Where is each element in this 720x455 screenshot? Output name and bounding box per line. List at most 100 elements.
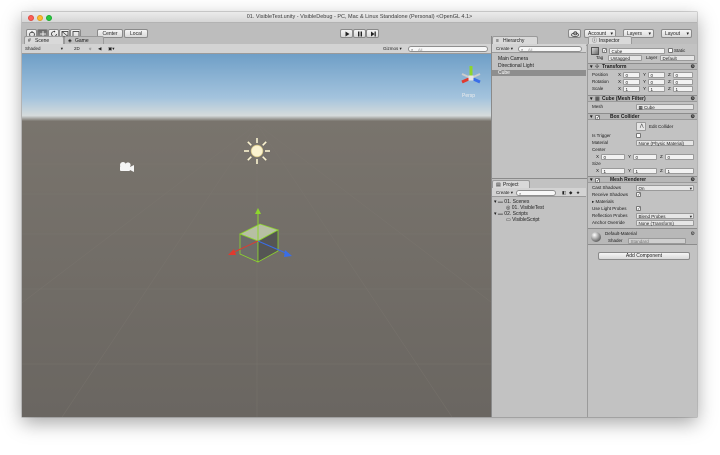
center-x-field[interactable]: 0 xyxy=(601,153,625,160)
scale-x-field[interactable]: 1 xyxy=(623,85,640,92)
hierarchy-item-cube[interactable]: Cube xyxy=(492,70,586,76)
scene-viewport[interactable]: Persp xyxy=(22,54,491,417)
mesh-renderer-header[interactable]: ▾ ✓ Mesh Renderer ⚙ xyxy=(588,176,697,183)
size-x-field[interactable]: 1 xyxy=(601,167,625,174)
hierarchy-item-directional-light[interactable]: Directional Light xyxy=(492,63,586,69)
transform-header[interactable]: ▾ ✣ Transform ⚙ xyxy=(588,63,697,70)
filter-by-label-button[interactable]: ◆ xyxy=(569,190,575,196)
center-z-field[interactable]: 0 xyxy=(665,153,694,160)
size-z-field[interactable]: 1 xyxy=(665,167,694,174)
project-search-input[interactable]: ⌕ xyxy=(516,189,556,196)
pause-button[interactable] xyxy=(353,29,366,38)
project-item-script[interactable]: ▭ VisibleScript xyxy=(506,217,584,223)
panel-divider[interactable] xyxy=(491,36,492,417)
collider-material-field[interactable]: None (Physic Material) xyxy=(636,139,694,146)
scene-orientation-gizmo[interactable]: Persp xyxy=(455,62,487,99)
layout-dropdown[interactable]: Layout ▾ xyxy=(661,29,692,38)
audio-toggle[interactable]: ◀ xyxy=(98,46,106,52)
search-icon: ⌕ xyxy=(521,46,524,52)
tag-icon: ◆ xyxy=(569,189,573,195)
tab-inspector[interactable]: ⓘ Inspector xyxy=(588,36,632,44)
effects-dropdown[interactable]: ▣▾ xyxy=(108,46,122,52)
shader-label: Shader xyxy=(608,238,623,243)
reflection-probes-label: Reflection Probes xyxy=(592,213,628,218)
speaker-icon: ◀ xyxy=(98,46,102,51)
scene-search-input[interactable]: ⌕ All xyxy=(408,46,488,52)
mesh-filter-icon: ▦ xyxy=(595,96,600,102)
panel-divider[interactable] xyxy=(492,178,587,179)
settings-gear-icon[interactable]: ⚙ xyxy=(691,96,695,103)
add-component-button[interactable]: Add Component xyxy=(598,252,690,260)
materials-label[interactable]: ▸ Materials xyxy=(592,199,614,205)
reflection-probes-dropdown[interactable]: Blend Probes ▾ xyxy=(636,212,694,219)
step-button[interactable] xyxy=(366,29,379,38)
rotation-x-field[interactable]: 0 xyxy=(623,78,640,85)
position-z-field[interactable]: 0 xyxy=(673,71,693,78)
expand-arrow-icon: ▾ xyxy=(590,114,593,120)
object-active-checkbox[interactable]: ✓ xyxy=(602,48,607,53)
cast-shadows-label: Cast Shadows xyxy=(592,185,622,190)
lighting-toggle[interactable]: ☼ xyxy=(88,46,96,52)
settings-gear-icon[interactable]: ⚙ xyxy=(691,114,695,121)
cast-shadows-dropdown[interactable]: On ▾ xyxy=(636,184,694,191)
tab-project[interactable]: ▤ Project xyxy=(492,180,530,188)
selected-cube[interactable] xyxy=(222,204,302,284)
rotation-y-field[interactable]: 0 xyxy=(648,78,665,85)
space-toggle[interactable]: Local xyxy=(124,29,148,38)
box-collider-header[interactable]: ▾ ✓ Box Collider ⚙ xyxy=(588,113,697,120)
play-button[interactable] xyxy=(340,29,353,38)
settings-gear-icon[interactable]: ⚙ xyxy=(691,177,695,184)
scale-y-field[interactable]: 1 xyxy=(648,85,665,92)
position-x-field[interactable]: 0 xyxy=(623,71,640,78)
shader-dropdown[interactable]: Standard xyxy=(628,237,686,244)
hierarchy-search-input[interactable]: ⌕ All xyxy=(518,45,582,52)
mesh-renderer-enabled-checkbox[interactable]: ✓ xyxy=(595,177,600,183)
edit-collider-button[interactable]: ⋀ xyxy=(636,122,646,131)
favorite-button[interactable]: ★ xyxy=(576,190,582,196)
box-collider-enabled-checkbox[interactable]: ✓ xyxy=(595,114,600,120)
y-axis-label: Y xyxy=(628,168,632,173)
rotation-z-field[interactable]: 0 xyxy=(673,78,693,85)
position-y-field[interactable]: 0 xyxy=(648,71,665,78)
z-axis-label: Z xyxy=(668,86,671,91)
settings-gear-icon[interactable]: ⚙ xyxy=(691,64,695,71)
gizmos-dropdown[interactable]: Gizmos ▾ xyxy=(383,46,405,52)
size-label: Size xyxy=(592,161,601,166)
folder-icon: ▬ xyxy=(497,211,503,217)
mesh-field[interactable]: ▦ Cube xyxy=(636,103,694,110)
static-checkbox[interactable] xyxy=(668,48,673,53)
center-y-field[interactable]: 0 xyxy=(633,153,657,160)
tab-scene[interactable]: # Scene xyxy=(24,36,64,44)
hierarchy-item-main-camera[interactable]: Main Camera xyxy=(492,56,586,62)
y-axis-label: Y xyxy=(643,86,647,91)
center-y-value: 0 xyxy=(635,154,639,160)
layer-dropdown[interactable]: Default xyxy=(660,54,695,61)
mesh-filter-header[interactable]: ▾ ▦ Cube (Mesh Filter) ⚙ xyxy=(588,95,697,102)
size-y-field[interactable]: 1 xyxy=(633,167,657,174)
filter-by-type-button[interactable]: ◧ xyxy=(562,190,568,196)
light-probes-checkbox[interactable]: ✓ xyxy=(636,206,641,211)
object-name-input[interactable]: Cube xyxy=(609,47,665,54)
hierarchy-create-dropdown[interactable]: Create ▾ xyxy=(496,46,514,52)
directional-light-gizmo[interactable] xyxy=(242,136,272,166)
folder-icon: ▬ xyxy=(497,199,503,205)
receive-shadows-checkbox[interactable]: ✓ xyxy=(636,192,641,197)
cloud-button[interactable] xyxy=(568,29,581,38)
scale-z-field[interactable]: 1 xyxy=(673,85,693,92)
project-create-dropdown[interactable]: Create ▾ xyxy=(496,190,514,196)
y-axis-label: Y xyxy=(643,72,647,77)
edit-collider-icon: ⋀ xyxy=(639,123,644,128)
settings-gear-icon[interactable]: ⚙ xyxy=(691,231,695,237)
shading-mode-dropdown[interactable]: Shaded ▾ xyxy=(25,46,63,52)
is-trigger-checkbox[interactable] xyxy=(636,133,641,138)
receive-shadows-label: Receive Shadows xyxy=(592,192,629,197)
filter-icon: ◧ xyxy=(562,189,567,195)
layer-label: Layer xyxy=(646,55,658,60)
camera-gizmo[interactable] xyxy=(117,161,135,173)
tab-game[interactable]: ◈ Game xyxy=(64,36,104,44)
center-label: Center xyxy=(592,147,606,152)
tag-dropdown[interactable]: Untagged xyxy=(608,54,642,61)
mode-2d-toggle[interactable]: 2D xyxy=(74,46,86,52)
tab-hierarchy[interactable]: ≡ Hierarchy xyxy=(492,36,538,44)
anchor-override-field[interactable]: None (Transform) xyxy=(636,219,694,226)
